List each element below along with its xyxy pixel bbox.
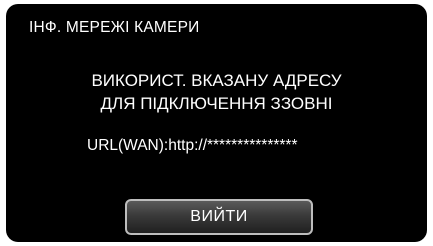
instruction-line-2: ДЛЯ ПІДКЛЮЧЕННЯ ЗЗОВНІ bbox=[100, 94, 333, 113]
instruction-line-1: ВИКОРИСТ. ВКАЗАНУ АДРЕСУ bbox=[91, 71, 342, 90]
exit-button[interactable]: ВИЙТИ bbox=[125, 199, 313, 235]
screen-title: ІНФ. МЕРЕЖІ КАМЕРИ bbox=[29, 19, 200, 36]
wan-url-text: URL(WAN):http://*************** bbox=[87, 137, 298, 154]
camera-network-info-screen: ІНФ. МЕРЕЖІ КАМЕРИ ВИКОРИСТ. ВКАЗАНУ АДР… bbox=[6, 4, 427, 242]
instruction-message: ВИКОРИСТ. ВКАЗАНУ АДРЕСУ ДЛЯ ПІДКЛЮЧЕННЯ… bbox=[6, 69, 427, 115]
